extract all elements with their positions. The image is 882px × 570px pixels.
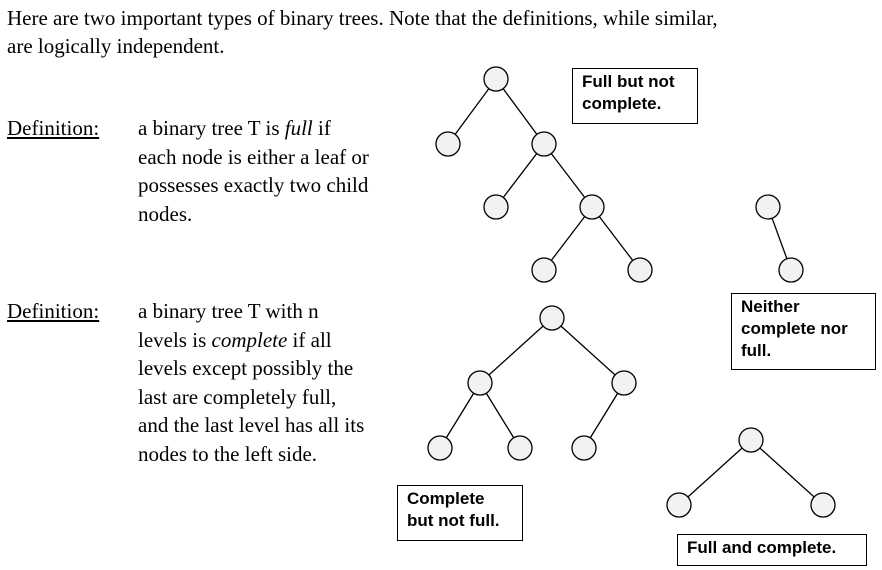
tree-node [435,131,461,157]
tree-node [483,194,509,220]
tree-node [810,492,836,518]
tree-node [427,435,453,461]
tree-node [755,194,781,220]
tree-neither [755,194,804,283]
tree-node [483,66,509,92]
tree-node [627,257,653,283]
tree-node [571,435,597,461]
label-full-and-complete: Full and complete. [677,534,867,566]
tree-node [507,435,533,461]
tree-node [539,305,565,331]
tree-node [778,257,804,283]
tree-node [738,427,764,453]
label-complete-not-full: Complete but not full. [397,485,523,541]
tree-node [531,257,557,283]
label-full-not-complete: Full but not complete. [572,68,698,124]
tree-complete-not-full [427,305,637,461]
tree-node [579,194,605,220]
tree-node [666,492,692,518]
tree-node [467,370,493,396]
tree-node [531,131,557,157]
label-neither: Neither complete nor full. [731,293,876,370]
tree-full-and-complete [666,427,836,518]
tree-node [611,370,637,396]
